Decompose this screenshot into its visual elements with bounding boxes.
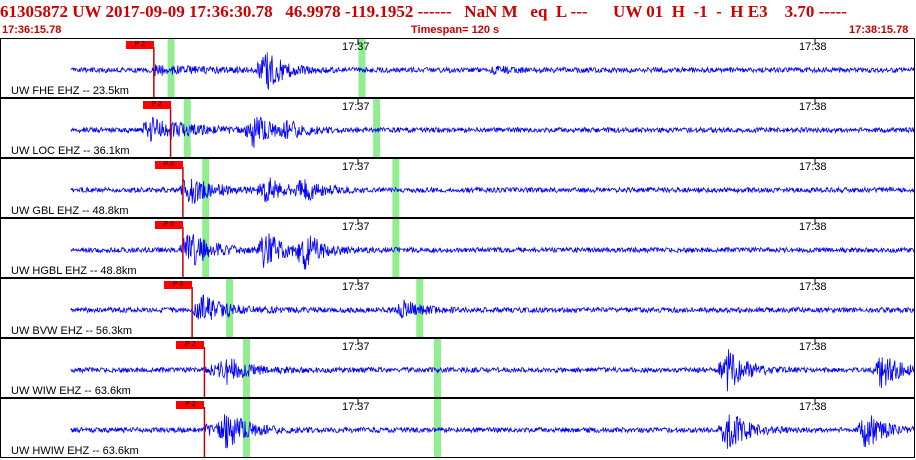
waveform-trace xyxy=(70,177,914,205)
time-tick-label: 17:38 xyxy=(799,401,827,413)
time-tick-label: 17:37 xyxy=(342,101,370,113)
time-tick-label: 17:37 xyxy=(342,41,370,53)
time-tick-label: 17:37 xyxy=(342,401,370,413)
time-tick-label: 17:37 xyxy=(342,341,370,353)
trace-panel[interactable]: 17:37 17:38 P 2 UW WIW EHZ -- 63.6km xyxy=(0,338,915,398)
trace-panel[interactable]: 17:37 17:38 P 2 UW FHE EHZ -- 23.5km xyxy=(0,38,915,98)
station-label: UW LOC EHZ -- 36.1km xyxy=(11,145,130,157)
pick-flag[interactable]: P 0 xyxy=(154,221,183,229)
time-tick-label: 17:38 xyxy=(799,41,827,53)
time-tick-label: 17:37 xyxy=(342,161,370,173)
trace-svg xyxy=(70,99,914,157)
trace-svg xyxy=(70,159,914,217)
station-label: UW WIW EHZ -- 63.6km xyxy=(11,385,131,397)
time-tick-label: 17:38 xyxy=(799,281,827,293)
start-time: 17:36:15.78 xyxy=(2,24,62,36)
trace-panel[interactable]: 17:37 17:38 P 0 UW GBL EHZ -- 48.8km xyxy=(0,158,915,218)
trace-panel[interactable]: 17:37 17:38 P 2 UW HWIW EHZ -- 63.6km xyxy=(0,398,915,458)
trace-svg xyxy=(70,219,914,277)
pick-flag[interactable]: P 0 xyxy=(164,281,193,289)
station-label: UW GBL EHZ -- 48.8km xyxy=(11,205,129,217)
station-label: UW HWIW EHZ -- 63.6km xyxy=(11,445,139,457)
pick-flag[interactable]: P 2 xyxy=(142,101,171,109)
time-tick-label: 17:37 xyxy=(342,281,370,293)
trace-panel[interactable]: 17:37 17:38 P 0 UW HGBL EHZ -- 48.8km xyxy=(0,218,915,278)
waveform-trace xyxy=(70,294,914,320)
pick-flag[interactable]: P 0 xyxy=(154,161,183,169)
waveform-trace xyxy=(70,349,914,392)
station-label: UW BVW EHZ -- 56.3km xyxy=(11,325,133,337)
time-tick-label: 17:38 xyxy=(799,161,827,173)
station-label: UW FHE EHZ -- 23.5km xyxy=(11,85,129,97)
end-time: 17:38:15.78 xyxy=(849,24,909,36)
waveform-trace xyxy=(70,233,914,270)
time-tick-label: 17:37 xyxy=(342,221,370,233)
time-tick-label: 17:38 xyxy=(799,341,827,353)
pick-flag[interactable]: P 2 xyxy=(125,41,154,49)
station-label: UW HGBL EHZ -- 48.8km xyxy=(11,265,137,277)
waveform-trace xyxy=(70,116,914,148)
header-bar: 61305872 UW 2017-09-09 17:36:30.78 46.99… xyxy=(0,0,916,37)
trace-panel[interactable]: 17:37 17:38 P 2 UW LOC EHZ -- 36.1km xyxy=(0,98,915,158)
timespan: Timespan= 120 s xyxy=(411,24,500,36)
trace-svg xyxy=(70,339,914,397)
pick-flag[interactable]: P 2 xyxy=(176,401,205,409)
waveform-trace xyxy=(70,414,914,449)
trace-panel[interactable]: 17:37 17:38 P 0 UW BVW EHZ -- 56.3km xyxy=(0,278,915,338)
time-tick-label: 17:38 xyxy=(799,221,827,233)
trace-svg xyxy=(70,279,914,337)
pick-flag[interactable]: P 2 xyxy=(176,341,205,349)
seismogram-panels: 17:37 17:38 P 2 UW FHE EHZ -- 23.5km 17:37 17… xyxy=(0,38,916,460)
event-title: 61305872 UW 2017-09-09 17:36:30.78 46.99… xyxy=(0,2,847,21)
waveform-trace xyxy=(70,52,914,90)
time-tick-label: 17:38 xyxy=(799,101,827,113)
